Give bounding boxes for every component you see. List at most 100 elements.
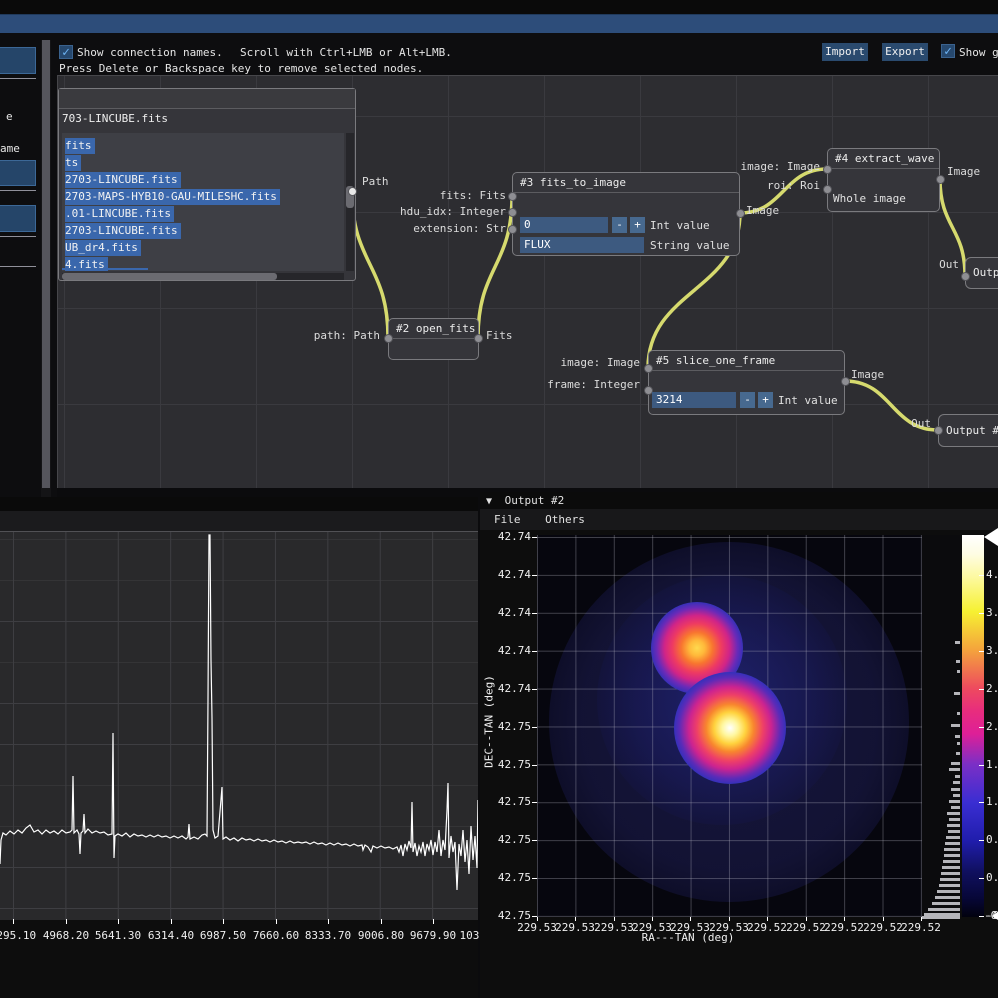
histogram-bar — [949, 818, 960, 821]
colorbar-max-marker[interactable] — [984, 528, 998, 546]
x-tick — [276, 919, 277, 924]
hdu-idx-minus-button[interactable]: - — [612, 217, 627, 233]
colorbar-min-marker[interactable] — [992, 910, 998, 922]
fits-to-image-output-socket[interactable] — [736, 209, 745, 218]
extract-wave-mode-value[interactable]: Whole image — [833, 192, 906, 205]
heatmap-y-tick-label: 42.75 — [471, 758, 531, 771]
output-1-input-socket[interactable] — [961, 272, 970, 281]
viewer-window-title: Output #2 — [505, 494, 565, 507]
histogram-bar — [922, 916, 960, 919]
extension-string-field[interactable]: FLUX — [520, 237, 644, 253]
heatmap-image-area[interactable] — [537, 535, 922, 917]
open-fits-node-title[interactable]: #2 open_fits — [389, 319, 478, 339]
histogram-bar — [953, 794, 960, 797]
heatmap-x-tick-label: 229.52 — [901, 921, 941, 934]
heatmap-x-tick-label: 229.52 — [863, 921, 903, 934]
file-list-item-label: UB_dr4.fits — [65, 240, 141, 256]
heatmap-y-tick-label: 42.75 — [471, 795, 531, 808]
output-2-input-socket[interactable] — [934, 426, 943, 435]
file-list-item[interactable]: 2703-MAPS-HYB10-GAU-MILESHC.fits — [62, 188, 280, 205]
extract-wave-output-socket[interactable] — [936, 175, 945, 184]
file-list-hscrollbar-handle[interactable] — [62, 273, 277, 280]
file-list-item-label: ts — [65, 155, 81, 171]
file-list-item[interactable]: 2703-LINCUBE.fits — [62, 171, 181, 188]
x-tick-label: 7660.60 — [246, 929, 306, 942]
file-list-selection-underline — [62, 268, 148, 270]
extension-input-socket[interactable] — [508, 225, 517, 234]
histogram-bar — [940, 878, 960, 881]
spectrum-window-titlebar[interactable] — [0, 497, 478, 511]
slice-image-input-socket[interactable] — [644, 364, 653, 373]
spectrum-window-menubar[interactable] — [0, 511, 478, 531]
histogram-bar — [941, 872, 960, 875]
colorbar-tick-label: 2. — [986, 682, 998, 695]
file-list-item[interactable]: 2703-LINCUBE.fits — [62, 222, 181, 239]
open-fits-node[interactable]: #2 open_fits — [388, 318, 479, 360]
histogram-bar — [947, 824, 960, 827]
hdu-idx-int-field[interactable]: 0 — [520, 217, 608, 233]
heatmap-x-tick-label: 229.52 — [824, 921, 864, 934]
file-list[interactable]: fitsts2703-LINCUBE.fits2703-MAPS-HYB10-G… — [62, 133, 344, 271]
slice-one-frame-output-socket[interactable] — [841, 377, 850, 386]
collapse-arrow-icon[interactable]: ▼ — [486, 496, 492, 507]
histogram-bar — [948, 830, 960, 833]
file-list-item[interactable]: .01-LINCUBE.fits — [62, 205, 174, 222]
frame-minus-button[interactable]: - — [740, 392, 755, 408]
x-tick-label: 4968.20 — [36, 929, 96, 942]
heatmap-y-tick-label: 42.74 — [471, 530, 531, 543]
open-fits-output-label: Fits — [486, 329, 513, 342]
histogram-bar — [951, 806, 960, 809]
menu-others[interactable]: Others — [545, 513, 585, 526]
viewer-menubar: File Others — [480, 509, 998, 530]
x-tick — [223, 919, 224, 924]
colorbar-tick — [979, 802, 984, 803]
output-2-node-title[interactable]: Output #2 — [939, 415, 998, 446]
open-fits-output-socket[interactable] — [474, 334, 483, 343]
frame-int-field[interactable]: 3214 — [652, 392, 736, 408]
extract-wave-image-input-label: image: Image — [620, 160, 820, 173]
heatmap-blob-primary — [674, 672, 786, 784]
file-list-item[interactable]: fits — [62, 137, 95, 154]
histogram-bar — [947, 812, 960, 815]
output-2-node[interactable]: Output #2 — [938, 414, 998, 447]
menu-file[interactable]: File — [494, 513, 521, 526]
extract-wave-image-input-socket[interactable] — [823, 165, 832, 174]
histogram-bar — [955, 641, 960, 644]
open-fits-input-socket[interactable] — [384, 334, 393, 343]
colorbar[interactable] — [962, 535, 984, 917]
histogram-bar — [955, 775, 960, 778]
output-1-node[interactable]: Output #1 — [965, 257, 998, 289]
heatmap-xlabel: RA---TAN (deg) — [588, 931, 788, 944]
histogram-bar — [951, 762, 960, 765]
colorbar-tick-label: 1. — [986, 758, 998, 771]
hdu-idx-input-socket[interactable] — [508, 208, 517, 217]
colorbar-tick — [979, 613, 984, 614]
output-1-node-title[interactable]: Output #1 — [966, 258, 998, 288]
frame-plus-button[interactable]: + — [758, 392, 773, 408]
string-value-label: String value — [650, 239, 729, 252]
colorbar-tick-label: 3. — [986, 606, 998, 619]
histogram-bar — [935, 896, 960, 899]
heatmap-x-tick-label: 229.52 — [786, 921, 826, 934]
histogram-bar — [945, 842, 960, 845]
file-list-item[interactable]: UB_dr4.fits — [62, 239, 141, 256]
x-tick — [381, 919, 382, 924]
histogram-bar — [956, 660, 960, 663]
heatmap-y-tick-label: 42.75 — [471, 871, 531, 884]
file-list-current-item[interactable]: 703-LINCUBE.fits — [62, 112, 168, 125]
x-tick-label: 6314.40 — [141, 929, 201, 942]
viewer-window-titlebar[interactable]: ▼ Output #2 — [480, 492, 998, 509]
fits-input-socket[interactable] — [508, 192, 517, 201]
histogram-bar — [944, 854, 960, 857]
x-tick-label: 6987.50 — [193, 929, 253, 942]
slice-one-frame-node-title[interactable]: #5 slice_one_frame — [649, 351, 844, 371]
heatmap-x-tick-label: 229.53 — [517, 921, 557, 934]
colorbar-tick — [979, 651, 984, 652]
file-list-node-titlebar[interactable] — [59, 89, 355, 109]
extract-wave-roi-input-socket[interactable] — [823, 185, 832, 194]
hdu-idx-plus-button[interactable]: + — [630, 217, 645, 233]
file-list-item[interactable]: ts — [62, 154, 81, 171]
histogram-bar — [944, 848, 960, 851]
extract-wave-node-title[interactable]: #4 extract_wave — [828, 149, 939, 169]
histogram-bar — [932, 902, 960, 905]
